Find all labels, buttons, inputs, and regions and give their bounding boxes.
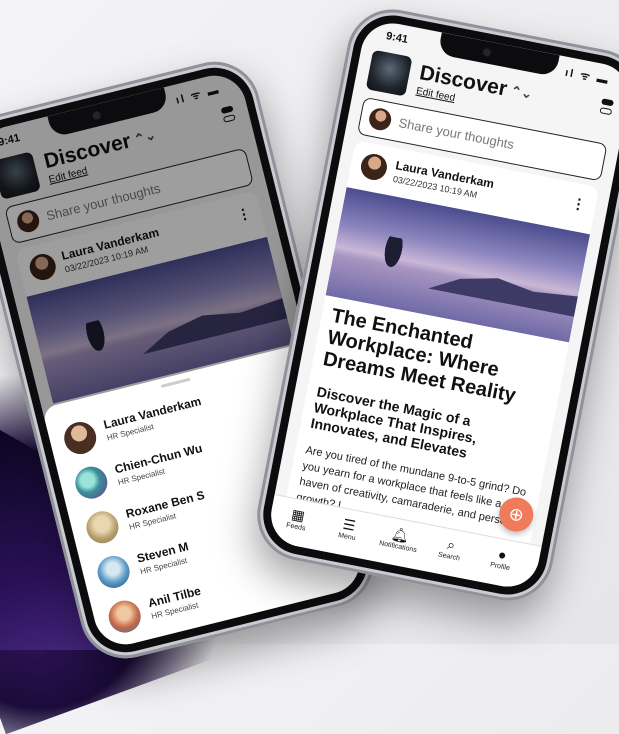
phone-front: 9:41 ıl ᯤ ▬ Discover⌃⌄ Edit feed Share y… (249, 1, 619, 609)
post-card[interactable]: Laura Vanderkam 03/22/2023 10:19 AM ⋮ Th… (285, 139, 600, 551)
app-logo (365, 49, 413, 97)
avatar (105, 597, 145, 636)
status-time: 9:41 (385, 29, 409, 46)
chevron-updown-icon: ⌃⌄ (509, 83, 534, 103)
tab-feeds[interactable]: ▦ Feeds (273, 502, 323, 535)
share-placeholder: Share your thoughts (397, 115, 516, 153)
post-avatar (358, 151, 390, 183)
tab-profile[interactable]: ● Profile (477, 541, 527, 574)
toggle-icon[interactable] (599, 98, 614, 116)
more-icon[interactable]: ⋮ (570, 195, 587, 214)
avatar (71, 463, 111, 503)
sheet-handle[interactable] (160, 377, 191, 388)
avatar (60, 418, 100, 458)
tab-search[interactable]: ⌕ Search (426, 531, 476, 564)
phone-screen: 9:41 ıl ᯤ ▬ Discover⌃⌄ Edit feed Share y… (265, 17, 619, 593)
tab-menu[interactable]: ☰ Menu (324, 512, 374, 545)
status-icons: ıl ᯤ ▬ (564, 66, 611, 88)
avatar (83, 507, 122, 547)
avatar (94, 552, 133, 592)
avatar (367, 106, 394, 133)
tab-notifications[interactable]: 🔔︎ Notifications (375, 522, 425, 555)
